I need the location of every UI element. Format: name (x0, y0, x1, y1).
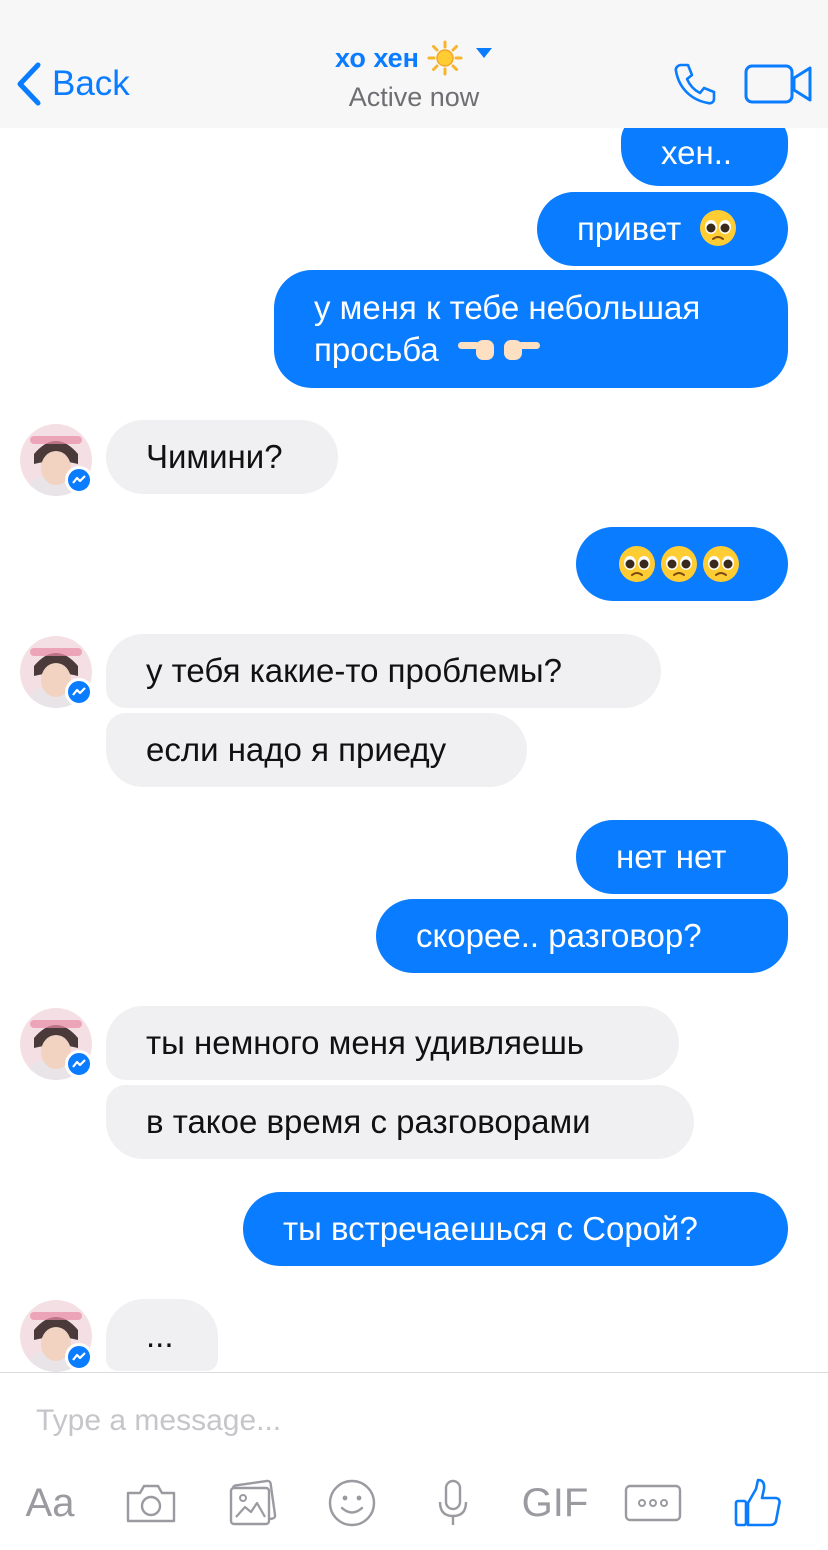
message-text: у тебя какие-то проблемы? (146, 652, 562, 689)
outgoing-message[interactable]: у меня к тебе небольшая просьба (274, 270, 788, 388)
microphone-icon (438, 1479, 468, 1525)
thumbs-up-icon (734, 1478, 781, 1527)
message-text: хен.. (661, 134, 733, 171)
outgoing-message[interactable]: привет (537, 192, 788, 266)
incoming-message[interactable]: в такое время с разговорами (106, 1085, 694, 1159)
camera-icon (126, 1484, 176, 1523)
message-composer: Aa GIF (0, 1372, 828, 1550)
outgoing-message[interactable]: нет нет (576, 820, 788, 894)
message-text: ты немного меня удивляешь (146, 1024, 584, 1061)
messenger-badge-icon (65, 1050, 93, 1078)
message-text: ... (146, 1317, 174, 1354)
more-options-button[interactable] (624, 1473, 682, 1533)
sun-emoji-icon (427, 40, 463, 76)
message-text-line: у меня к тебе небольшая (314, 289, 701, 326)
smiley-icon (328, 1479, 376, 1527)
message-text: привет (577, 210, 682, 247)
incoming-message[interactable]: ты немного меня удивляешь (106, 1006, 679, 1080)
message-input[interactable] (36, 1399, 796, 1443)
incoming-message[interactable]: если надо я приеду (106, 713, 527, 787)
voice-button[interactable] (436, 1473, 470, 1533)
messenger-badge-icon (65, 466, 93, 494)
gif-label: GIF (521, 1480, 589, 1525)
phone-call-icon[interactable] (671, 60, 719, 108)
incoming-message[interactable]: у тебя какие-то проблемы? (106, 634, 661, 708)
like-button[interactable] (730, 1473, 786, 1533)
incoming-message[interactable]: Чимини? (106, 420, 338, 494)
gif-button[interactable]: GIF (520, 1473, 590, 1533)
text-format-button[interactable]: Aa (20, 1473, 80, 1533)
photo-gallery-button[interactable] (226, 1473, 280, 1533)
message-text: нет нет (616, 838, 727, 875)
aa-label: Aa (25, 1480, 75, 1525)
messenger-badge-icon (65, 678, 93, 706)
message-text: скорее.. разговор? (416, 917, 702, 954)
outgoing-message[interactable] (576, 527, 788, 601)
contact-name: хо хен (334, 42, 419, 73)
gallery-icon (229, 1479, 277, 1526)
message-text: ты встречаешься с Сорой? (283, 1210, 698, 1247)
message-text-line: просьба (314, 331, 439, 368)
conversation-header: Back хо хен Active now (0, 0, 828, 128)
pleading-face-emoji-icon (700, 210, 737, 247)
incoming-message[interactable]: ... (106, 1299, 218, 1371)
emoji-button[interactable] (326, 1473, 378, 1533)
message-text: если надо я приеду (146, 731, 447, 768)
outgoing-message[interactable]: ты встречаешься с Сорой? (243, 1192, 788, 1266)
outgoing-message[interactable]: скорее.. разговор? (376, 899, 788, 973)
pleading-faces-emoji-icon (619, 546, 739, 583)
message-text: Чимини? (146, 438, 283, 475)
caret-down-icon (476, 48, 492, 58)
more-dots-icon (624, 1484, 682, 1522)
contact-name-button[interactable]: хо хен (335, 40, 493, 76)
messenger-badge-icon (65, 1343, 93, 1371)
video-call-icon[interactable] (744, 62, 814, 106)
camera-button[interactable] (124, 1473, 178, 1533)
pointing-fingers-emoji-icon (457, 340, 540, 361)
message-text: в такое время с разговорами (146, 1103, 591, 1140)
